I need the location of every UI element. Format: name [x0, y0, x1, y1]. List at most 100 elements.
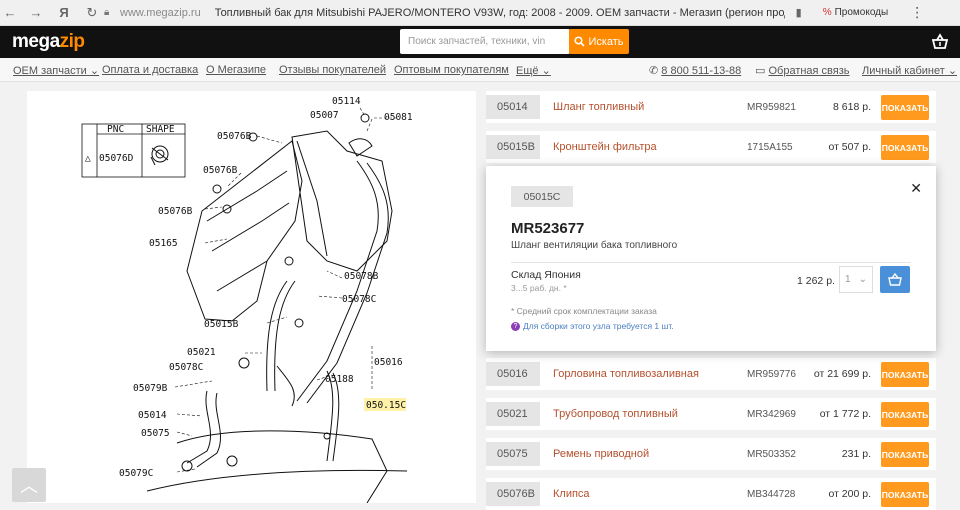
- nav-account[interactable]: Личный кабинет ⌄: [862, 64, 957, 77]
- label-05081: 05081: [384, 112, 413, 123]
- add-to-cart-button[interactable]: [880, 266, 910, 293]
- account-label: Личный кабинет: [862, 65, 945, 77]
- nav-more[interactable]: Ещё ⌄: [516, 64, 551, 77]
- label-05007: 05007: [310, 110, 339, 121]
- part-pnc: 05015B: [486, 135, 540, 159]
- part-price: 231 р.: [841, 448, 871, 460]
- nav-oem-parts[interactable]: OEM запчасти ⌄: [13, 64, 99, 77]
- phone-icon: ✆: [649, 65, 659, 77]
- chevron-down-icon: ⌄: [858, 274, 867, 285]
- forward-icon[interactable]: →: [26, 5, 46, 20]
- part-price: от 200 р.: [828, 488, 871, 500]
- nav-reviews[interactable]: Отзывы покупателей: [279, 64, 386, 76]
- nav-payment-delivery[interactable]: Оплата и доставка: [102, 64, 198, 76]
- label-05014: 05014: [138, 410, 167, 421]
- part-pnc: 05075: [486, 442, 540, 466]
- question-icon: ?: [511, 321, 520, 331]
- part-name-link[interactable]: Трубопровод топливный: [553, 408, 678, 420]
- chevron-down-icon: ⌄: [89, 65, 100, 77]
- label-05076b-2: 05076B: [203, 165, 238, 176]
- reload-icon[interactable]: ↻: [82, 5, 102, 21]
- basket-icon: [888, 273, 902, 286]
- part-name-link[interactable]: Ремень приводной: [553, 448, 649, 460]
- parts-diagram[interactable]: PNC SHAPE △ 05076D 05114 05007 05081 050…: [27, 91, 476, 503]
- divider: [511, 262, 911, 263]
- back-icon[interactable]: ←: [0, 5, 20, 20]
- label-05165: 05165: [149, 238, 178, 249]
- show-button[interactable]: ПОКАЗАТЬ: [881, 442, 929, 467]
- chat-icon: ▭: [755, 65, 766, 77]
- megazip-logo[interactable]: megazip: [12, 31, 85, 53]
- site-header: megazip Поиск запчастей, техники, vin Ис…: [0, 26, 960, 58]
- label-05021: 05021: [187, 347, 216, 358]
- part-row[interactable]: 05016 Горловина топливозаливная MR959776…: [486, 358, 936, 390]
- nav-wholesale[interactable]: Оптовым покупателям: [394, 64, 509, 76]
- bookmark-icon[interactable]: ▮: [789, 6, 809, 19]
- clip-shape-icon: [150, 145, 169, 166]
- percent-icon: %: [822, 7, 832, 18]
- chevron-down-icon: ⌄: [541, 65, 551, 77]
- close-icon[interactable]: ✕: [910, 180, 922, 197]
- label-05079b: 05079B: [133, 383, 168, 394]
- main-nav: OEM запчасти ⌄ Оплата и доставка О Мегаз…: [0, 58, 960, 82]
- part-row[interactable]: 05015B Кронштейн фильтра 1715A155 от 507…: [486, 131, 936, 163]
- url-text: www.megazip.ru: [120, 6, 201, 19]
- part-name-link[interactable]: Горловина топливозаливная: [553, 368, 699, 380]
- promo-button[interactable]: % Промокоды: [823, 7, 889, 18]
- show-button[interactable]: ПОКАЗАТЬ: [881, 482, 929, 507]
- browser-toolbar: ← → Я ↻ 🔒︎ www.megazip.ru Топливный бак …: [0, 0, 960, 26]
- label-05188: 05188: [325, 374, 354, 385]
- nav-about[interactable]: О Мегазипе: [206, 64, 266, 76]
- delivery-time: 3...5 раб. дн. *: [511, 283, 567, 293]
- search-button[interactable]: Искать: [569, 29, 629, 54]
- part-price: от 1 772 р.: [819, 408, 871, 420]
- part-row[interactable]: 05014 Шланг топливный MR959821 8 618 р. …: [486, 91, 936, 123]
- part-row[interactable]: 05076B Клипса MB344728 от 200 р. ПОКАЗАТ…: [486, 478, 936, 510]
- label-05015b: 05015B: [204, 319, 239, 330]
- part-pnc: 05076B: [486, 482, 540, 506]
- assembly-note[interactable]: ? Для сборки этого узла требуется 1 шт.: [511, 321, 674, 331]
- label-05114: 05114: [332, 96, 361, 107]
- part-pnc: 05021: [486, 402, 540, 426]
- show-button[interactable]: ПОКАЗАТЬ: [881, 402, 929, 427]
- diagram-drawing: PNC SHAPE △ 05076D 05114 05007 05081 050…: [81, 96, 413, 503]
- label-05015c[interactable]: 050.15C: [366, 400, 406, 411]
- part-pnc: 05016: [486, 362, 540, 386]
- nav-feedback[interactable]: ▭ Обратная связь: [755, 64, 850, 77]
- more-icon[interactable]: ⋮: [910, 4, 924, 21]
- label-05078b: 05078B: [344, 271, 379, 282]
- part-number: MB344728: [747, 488, 796, 500]
- show-button[interactable]: ПОКАЗАТЬ: [881, 135, 929, 160]
- part-row[interactable]: 05021 Трубопровод топливный MR342969 от …: [486, 398, 936, 430]
- table-header-pnc: PNC: [107, 124, 124, 135]
- cart-icon[interactable]: [930, 32, 950, 52]
- part-name-link[interactable]: Кронштейн фильтра: [553, 141, 657, 153]
- nav-more-label: Ещё: [516, 65, 539, 77]
- phone-number: 8 800 511-13-88: [661, 65, 742, 77]
- quantity-value: 1: [845, 274, 851, 285]
- quantity-select[interactable]: 1 ⌄: [839, 266, 873, 293]
- popup-part-number: MR523677: [511, 220, 585, 237]
- search-icon: [574, 36, 586, 47]
- label-05076b-1: 05076B: [217, 131, 252, 142]
- part-pnc: 05014: [486, 95, 540, 119]
- show-button[interactable]: ПОКАЗАТЬ: [881, 362, 929, 387]
- part-number: 1715A155: [747, 141, 793, 153]
- part-name-link[interactable]: Клипса: [553, 488, 590, 500]
- label-05075: 05075: [141, 428, 170, 439]
- part-price: 8 618 р.: [833, 101, 871, 113]
- nav-oem-label: OEM запчасти: [13, 65, 87, 77]
- yandex-icon[interactable]: Я: [52, 5, 76, 20]
- popup-description: Шланг вентиляции бака топливного: [511, 240, 678, 251]
- part-row[interactable]: 05075 Ремень приводной MR503352 231 р. П…: [486, 438, 936, 470]
- chevron-down-icon: ⌄: [947, 65, 958, 77]
- nav-phone[interactable]: ✆ 8 800 511-13-88: [649, 64, 741, 77]
- warehouse-name: Склад Япония: [511, 269, 581, 281]
- label-05076b-3: 05076B: [158, 206, 193, 217]
- part-name-link[interactable]: Шланг топливный: [553, 101, 644, 113]
- search-input[interactable]: Поиск запчастей, техники, vin: [400, 29, 570, 54]
- popup-pnc: 05015C: [511, 186, 573, 207]
- show-button[interactable]: ПОКАЗАТЬ: [881, 95, 929, 120]
- address-bar[interactable]: 🔒︎ www.megazip.ru: [104, 0, 201, 26]
- scroll-top-button[interactable]: ︿: [12, 468, 46, 502]
